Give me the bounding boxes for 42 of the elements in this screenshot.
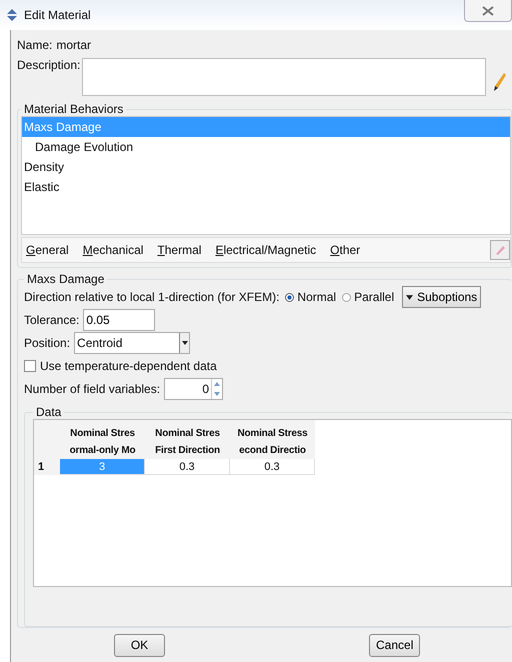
column-header[interactable]: Nominal Stress econd Directio xyxy=(230,420,315,459)
menu-item[interactable]: General xyxy=(26,243,69,257)
menu-item[interactable]: Mechanical xyxy=(82,243,144,257)
group-title: Maxs Damage xyxy=(26,272,106,286)
ok-button[interactable]: OK xyxy=(114,634,165,656)
radio-button[interactable]: Normal xyxy=(285,290,336,304)
menu-item[interactable]: Thermal xyxy=(157,243,202,257)
field-variables-label: Number of field variables: xyxy=(24,382,160,396)
radio-button[interactable]: Parallel xyxy=(342,290,394,304)
caret-icon xyxy=(406,294,414,300)
suboptions-button[interactable]: Suboptions xyxy=(402,286,482,308)
close-button[interactable] xyxy=(464,0,512,22)
column-header[interactable]: Nominal Stres ormal-only Mo xyxy=(60,420,145,459)
close-icon xyxy=(482,6,494,16)
tolerance-field[interactable]: 0.05 xyxy=(83,309,156,331)
window-title: Edit Material xyxy=(24,8,91,22)
direction-label: Direction relative to local 1-direction (for XFEM): xyxy=(24,290,280,304)
name-label: Name: xyxy=(17,38,52,52)
checkbox[interactable]: Use temperature-dependent data xyxy=(24,359,217,373)
behavior-item[interactable]: Density xyxy=(22,157,510,177)
description-field[interactable] xyxy=(82,58,486,96)
group-title: Material Behaviors xyxy=(23,102,124,116)
pencil-icon[interactable] xyxy=(492,72,506,92)
behavior-item[interactable]: Elastic xyxy=(22,177,510,197)
menu-item[interactable]: Other xyxy=(330,243,360,257)
column-header[interactable]: Nominal Stres First Direction xyxy=(145,420,230,459)
description-label: Description: xyxy=(17,58,80,72)
row-number: 1 xyxy=(34,459,60,475)
spinner-arrows-icon xyxy=(213,380,222,398)
position-label: Position: xyxy=(24,336,70,350)
group-title: Data xyxy=(35,405,62,419)
behavior-item[interactable]: Damage Evolution xyxy=(22,137,510,157)
field-variables-spinner[interactable]: 0 xyxy=(164,378,224,400)
name-value: mortar xyxy=(56,38,92,52)
table-cell[interactable]: 0.3 xyxy=(145,459,230,475)
table-cell[interactable]: 0.3 xyxy=(230,459,315,475)
cancel-button[interactable]: Cancel xyxy=(369,634,420,656)
position-dropdown[interactable]: Centroid xyxy=(74,332,190,354)
caret-icon xyxy=(182,341,188,345)
eraser-icon xyxy=(494,244,506,256)
tolerance-label: Tolerance: xyxy=(24,313,80,327)
menu-item[interactable]: Electrical/Magnetic xyxy=(215,243,316,257)
